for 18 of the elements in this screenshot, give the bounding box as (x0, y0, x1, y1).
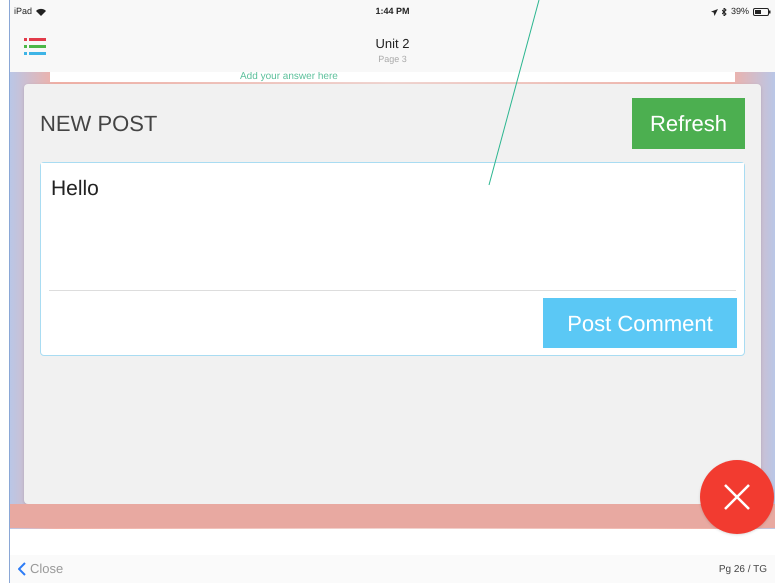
menu-icon[interactable] (24, 38, 46, 55)
wifi-icon (36, 8, 46, 16)
battery-percent: 39% (730, 5, 749, 18)
page-number: Pg 26 / TG (718, 562, 767, 576)
refresh-button[interactable]: Refresh (632, 98, 745, 149)
bluetooth-icon (722, 8, 727, 16)
page-title: Unit 2 (376, 34, 410, 52)
close-icon (724, 484, 750, 510)
device-name: iPad (14, 5, 32, 18)
post-comment-button[interactable]: Post Comment (543, 298, 737, 348)
page-subtitle: Page 3 (378, 53, 407, 66)
answer-prompt: Add your answer here (240, 72, 338, 81)
dialog-title: NEW POST (40, 110, 158, 138)
status-time: 1:44 PM (375, 5, 410, 18)
back-chevron-icon (18, 562, 26, 576)
location-icon (710, 8, 718, 16)
battery-icon (752, 8, 771, 16)
close-link[interactable]: Close (18, 559, 64, 579)
